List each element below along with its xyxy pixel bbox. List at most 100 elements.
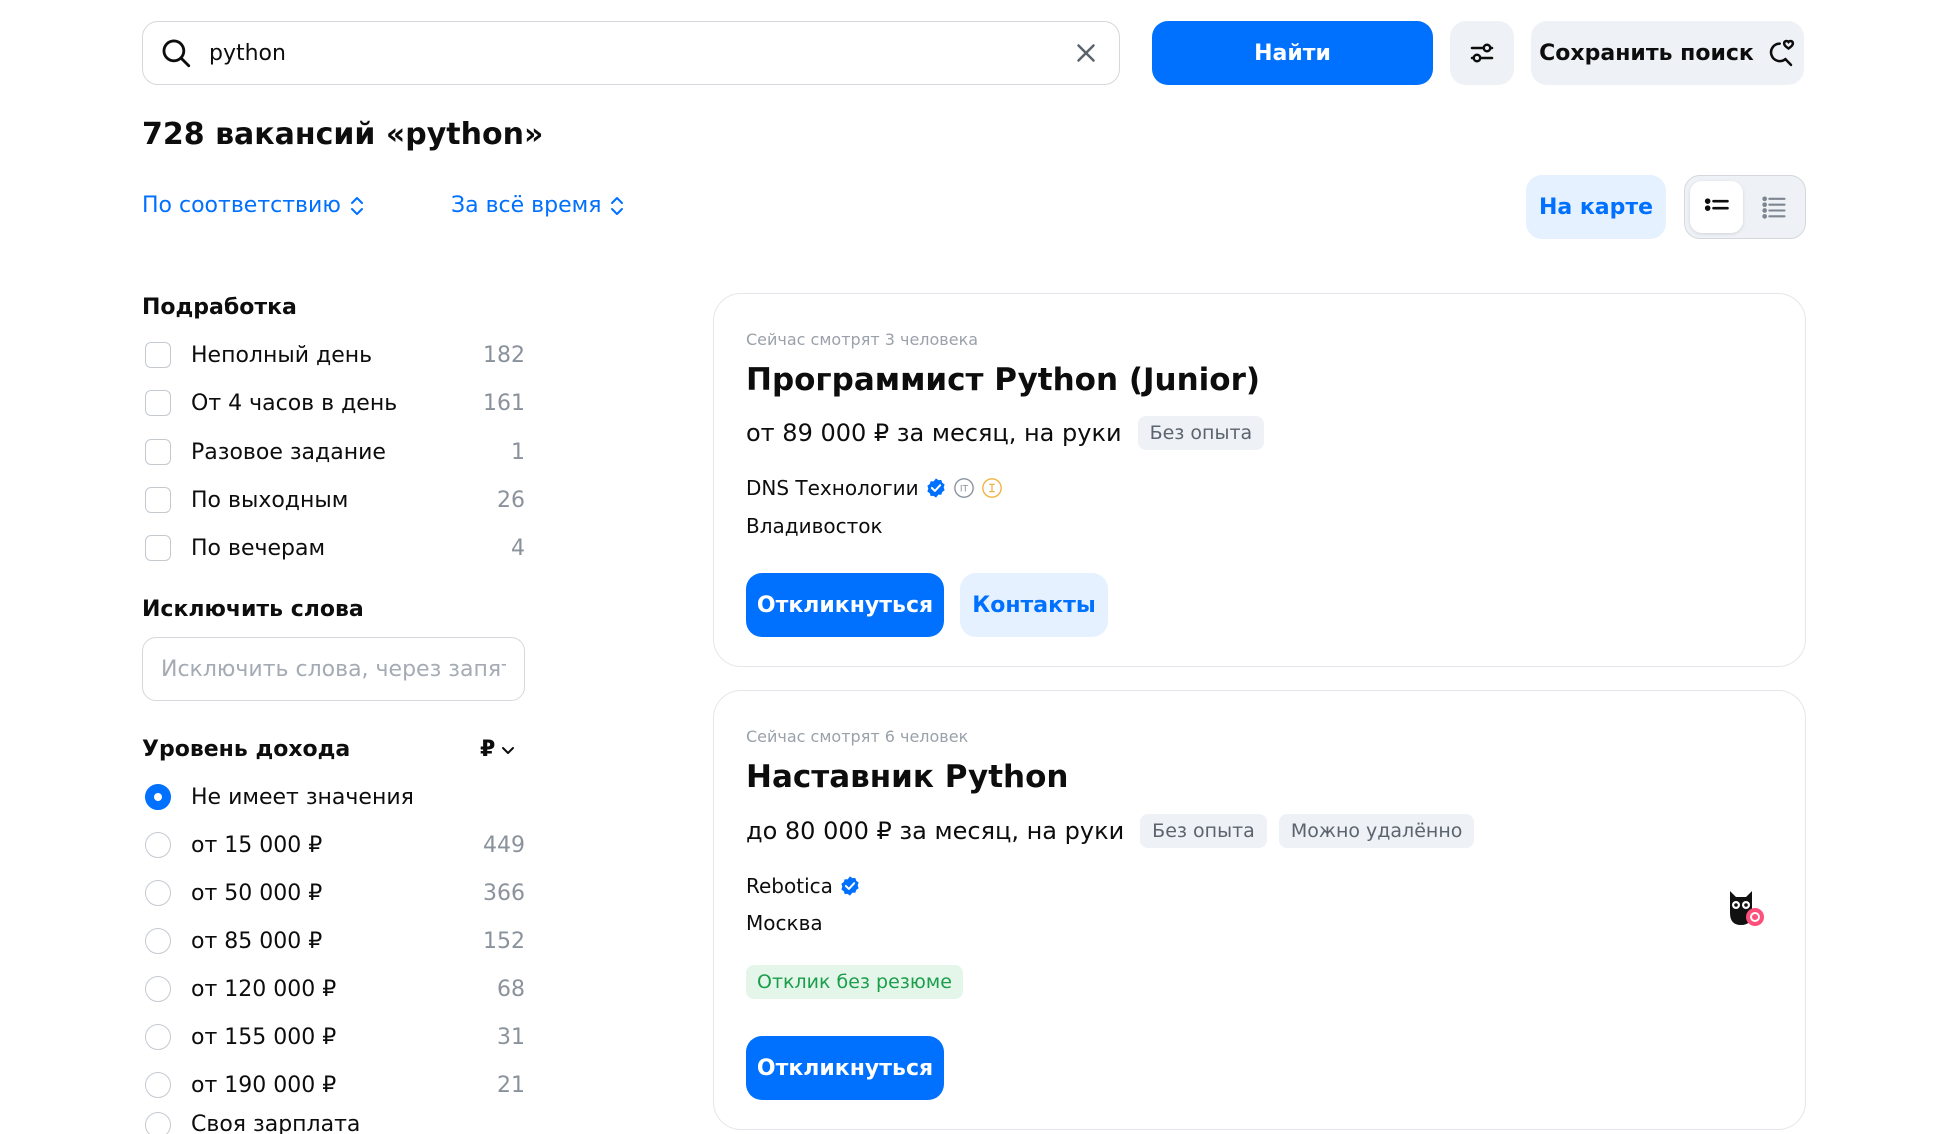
option-count: 1 [511,439,525,465]
option-count: 161 [483,390,525,416]
income-option[interactable]: от 155 000 ₽ 31 [142,1017,525,1057]
view-toggle [1684,175,1806,239]
option-label: от 85 000 ₽ [191,928,323,954]
verified-icon [926,478,945,498]
vacancy-title[interactable]: Наставник Python [746,759,1068,795]
apply-button[interactable]: Откликнуться [746,573,944,637]
option-count: 68 [497,976,525,1002]
option-label: По вечерам [191,535,326,561]
it-company-icon: IT [953,478,974,498]
option-count: 31 [497,1024,525,1050]
income-option[interactable]: от 85 000 ₽ 152 [142,921,525,961]
option-count: 4 [511,535,525,561]
updown-chevron-icon [350,196,363,215]
salary: до 80 000 ₽ за месяц, на руки [746,817,1125,845]
save-search-button[interactable]: Сохранить поиск [1531,21,1804,85]
experience-tag: Без опыта [1137,416,1265,450]
no-resume-badge: Отклик без резюме [746,965,963,999]
list-view-button[interactable] [1690,181,1743,233]
results-title: 728 вакансий «python» [142,117,544,152]
sliders-icon [1470,43,1494,63]
experience-tag: Без опыта [1140,814,1267,848]
option-count: 182 [483,342,525,368]
checkbox[interactable] [145,342,171,368]
watching-count: Сейчас смотрят 6 человек [746,727,969,746]
checkbox[interactable] [145,390,171,416]
radio[interactable] [145,1024,171,1050]
search-input[interactable] [207,39,1071,67]
search-icon [162,39,191,68]
radio[interactable] [145,1072,171,1098]
income-option[interactable]: от 50 000 ₽ 366 [142,873,525,913]
currency-dropdown[interactable]: ₽ [480,737,515,762]
option-label: Не имеет значения [191,784,414,810]
salary: от 89 000 ₽ за месяц, на руки [746,419,1122,447]
option-label: от 120 000 ₽ [191,976,337,1002]
parttime-option[interactable]: Разовое задание 1 [142,432,525,472]
option-label: от 50 000 ₽ [191,880,323,906]
company-name: DNS Технологии [746,476,919,500]
list-icon [1704,198,1729,211]
income-option[interactable]: от 15 000 ₽ 449 [142,825,525,865]
parttime-option[interactable]: От 4 часов в день 161 [142,383,525,423]
compact-list-icon [1761,196,1786,219]
income-option[interactable]: от 190 000 ₽ 21 [142,1065,525,1105]
city: Владивосток [746,514,883,538]
parttime-heading: Подработка [142,295,297,320]
option-count: 449 [483,832,525,858]
option-count: 26 [497,487,525,513]
sort-period-dropdown[interactable]: За всё время [451,193,625,218]
company-link[interactable]: DNS Технологии IT [746,476,1003,500]
checkbox[interactable] [145,439,171,465]
verified-icon [841,876,859,896]
exclude-heading: Исключить слова [142,597,364,622]
parttime-option[interactable]: Неполный день 182 [142,335,525,375]
watching-count: Сейчас смотрят 3 человека [746,330,979,349]
sort-relevance-dropdown[interactable]: По соответствию [142,193,365,218]
map-button[interactable]: На карте [1526,175,1666,239]
company-name: Rebotica [746,874,833,898]
company-link[interactable]: Rebotica [746,874,861,898]
option-count: 152 [483,928,525,954]
currency-label: ₽ [480,737,496,762]
option-label: от 190 000 ₽ [191,1072,337,1098]
income-option[interactable]: от 120 000 ₽ 68 [142,969,525,1009]
search-bar [142,21,1120,85]
option-label: от 155 000 ₽ [191,1024,337,1050]
income-option[interactable]: Не имеет значения [142,777,525,817]
checkbox[interactable] [145,535,171,561]
contacts-button[interactable]: Контакты [960,573,1108,637]
filters-button[interactable] [1450,21,1514,85]
radio[interactable] [145,880,171,906]
exclude-words-input[interactable] [142,637,525,701]
save-search-label: Сохранить поиск [1539,40,1754,66]
option-count: 366 [483,880,525,906]
checkbox[interactable] [145,487,171,513]
radio-selected[interactable] [145,784,171,810]
radio[interactable] [145,1112,171,1134]
company-logo-owl-icon [1730,891,1764,926]
rating-medal-icon [981,478,1002,498]
income-option[interactable]: Своя зарплата [142,1112,525,1134]
find-button[interactable]: Найти [1152,21,1433,85]
sort-period-label: За всё время [451,193,602,218]
parttime-option[interactable]: По выходным 26 [142,480,525,520]
clear-icon[interactable] [1071,38,1101,68]
chevron-down-icon [502,746,515,754]
parttime-option[interactable]: По вечерам 4 [142,528,525,568]
income-heading: Уровень дохода [142,737,351,762]
option-count: 21 [497,1072,525,1098]
radio[interactable] [145,976,171,1002]
vacancy-title[interactable]: Программист Python (Junior) [746,362,1260,398]
option-label: Своя зарплата [191,1112,361,1134]
city: Москва [746,911,823,935]
compact-view-button[interactable] [1747,181,1800,233]
apply-button[interactable]: Откликнуться [746,1036,944,1100]
sort-relevance-label: По соответствию [142,193,341,218]
option-label: Неполный день [191,342,373,368]
radio[interactable] [145,928,171,954]
option-label: От 4 часов в день [191,390,398,416]
radio[interactable] [145,832,171,858]
option-label: от 15 000 ₽ [191,832,323,858]
salary-row: от 89 000 ₽ за месяц, на руки Без опыта [746,416,1265,450]
